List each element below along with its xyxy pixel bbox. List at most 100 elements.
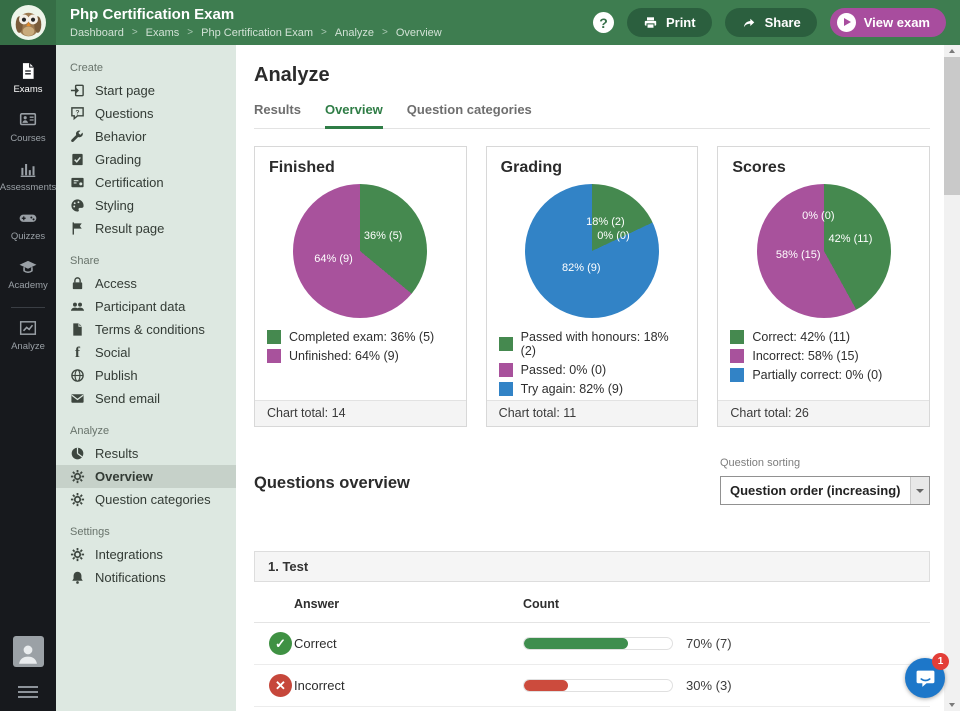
chart-total: Chart total: 14 xyxy=(255,400,466,426)
nav-item-label: Behavior xyxy=(95,130,146,144)
gear-icon xyxy=(70,469,85,484)
legend-label: Correct: 42% (11) xyxy=(752,330,850,344)
legend-item: Passed: 0% (0) xyxy=(499,363,686,377)
nav-item-question-categories[interactable]: Question categories xyxy=(56,488,236,511)
question-bubble-icon: ? xyxy=(70,106,85,121)
wrench-icon xyxy=(70,129,85,144)
bell-icon xyxy=(70,570,85,585)
nav-item-questions[interactable]: ? Questions xyxy=(56,102,236,125)
hamburger-menu-icon[interactable] xyxy=(18,683,38,701)
progress-bar-fill xyxy=(524,638,628,649)
clipboard-check-icon xyxy=(70,152,85,167)
nav-item-results[interactable]: Results xyxy=(56,442,236,465)
nav-item-access[interactable]: Access xyxy=(56,272,236,295)
pie-slice-label: 82% (9) xyxy=(562,262,601,274)
breadcrumb-exam-name[interactable]: Php Certification Exam xyxy=(201,27,313,39)
line-chart-icon xyxy=(19,319,37,337)
top-bar: Php Certification Exam Dashboard > Exams… xyxy=(0,0,960,45)
nav-item-integrations[interactable]: Integrations xyxy=(56,543,236,566)
sidebar-item-assessments[interactable]: Assessments xyxy=(0,151,56,200)
nav-item-certification[interactable]: Certification xyxy=(56,171,236,194)
breadcrumb-overview[interactable]: Overview xyxy=(396,27,442,39)
vertical-scrollbar[interactable] xyxy=(944,45,960,711)
card-title: Finished xyxy=(269,159,452,177)
nav-item-publish[interactable]: Publish xyxy=(56,364,236,387)
nav-item-terms[interactable]: Terms & conditions xyxy=(56,318,236,341)
share-arrow-icon xyxy=(741,16,757,30)
view-exam-button[interactable]: View exam xyxy=(830,8,946,37)
breadcrumb-separator: > xyxy=(382,27,388,38)
legend-swatch xyxy=(730,330,744,344)
nav-item-overview[interactable]: Overview xyxy=(56,465,236,488)
printer-icon xyxy=(643,16,658,30)
sidebar-item-courses[interactable]: Courses xyxy=(0,102,56,151)
nav-item-social[interactable]: f Social xyxy=(56,341,236,364)
legend-swatch xyxy=(267,349,281,363)
legend-label: Partially correct: 0% (0) xyxy=(752,368,882,382)
share-button[interactable]: Share xyxy=(725,8,817,37)
question-sorting-select[interactable]: Question order (increasing) xyxy=(720,476,930,505)
tab-results[interactable]: Results xyxy=(254,102,301,129)
sidebar-item-label: Assessments xyxy=(0,182,56,193)
exam-document-icon xyxy=(19,62,37,80)
legend-swatch xyxy=(730,349,744,363)
courses-icon xyxy=(19,111,37,129)
nav-item-styling[interactable]: Styling xyxy=(56,194,236,217)
legend-label: Passed: 0% (0) xyxy=(521,363,606,377)
app-sidebar: Exams Courses Assessments Quizzes Ac xyxy=(0,45,56,711)
question-sorting-label: Question sorting xyxy=(720,457,930,469)
nav-item-label: Certification xyxy=(95,176,164,190)
print-label: Print xyxy=(666,15,696,30)
scrollbar-thumb[interactable] xyxy=(944,57,960,195)
sidebar-item-academy[interactable]: Academy xyxy=(0,249,56,298)
chat-bubble-icon xyxy=(915,668,936,689)
sidebar-item-label: Quizzes xyxy=(11,231,45,242)
answer-label: Correct xyxy=(294,636,523,651)
pie-slice-label: 0% (0) xyxy=(597,230,629,242)
nav-item-notifications[interactable]: Notifications xyxy=(56,566,236,589)
nav-item-start-page[interactable]: Start page xyxy=(56,79,236,102)
sidebar-item-exams[interactable]: Exams xyxy=(0,53,56,102)
nav-item-label: Integrations xyxy=(95,548,163,562)
finished-card: Finished 36% (5) 64% (9) Completed exam:… xyxy=(254,146,467,427)
pie-slice-label: 58% (15) xyxy=(776,249,821,261)
legend-label: Incorrect: 58% (15) xyxy=(752,349,858,363)
help-icon[interactable]: ? xyxy=(593,12,614,33)
breadcrumb-exams[interactable]: Exams xyxy=(146,27,180,39)
nav-item-label: Publish xyxy=(95,369,138,383)
question-panel: 1. Test Answer Count ✓ Correct 70% (7) ✕… xyxy=(254,551,930,707)
chat-launcher-button[interactable]: 1 xyxy=(905,658,945,698)
pie-chart-icon xyxy=(70,446,85,461)
nav-item-grading[interactable]: Grading xyxy=(56,148,236,171)
envelope-icon xyxy=(70,391,85,406)
scroll-down-arrow[interactable] xyxy=(944,699,960,711)
tab-overview[interactable]: Overview xyxy=(325,102,383,129)
print-button[interactable]: Print xyxy=(627,8,712,37)
nav-item-result-page[interactable]: Result page xyxy=(56,217,236,240)
facebook-icon: f xyxy=(70,345,85,360)
chart-legend: Correct: 42% (11) Incorrect: 58% (15) Pa… xyxy=(730,330,917,382)
app-logo[interactable] xyxy=(0,0,56,45)
sidebar-item-analyze[interactable]: Analyze xyxy=(0,310,56,359)
progress-bar xyxy=(523,679,673,692)
breadcrumb-analyze[interactable]: Analyze xyxy=(335,27,374,39)
tab-question-categories[interactable]: Question categories xyxy=(407,102,532,129)
nav-item-send-email[interactable]: Send email xyxy=(56,387,236,410)
nav-item-behavior[interactable]: Behavior xyxy=(56,125,236,148)
person-icon xyxy=(15,641,41,667)
user-avatar[interactable] xyxy=(13,636,44,667)
sidebar-item-quizzes[interactable]: Quizzes xyxy=(0,200,56,249)
scroll-up-arrow[interactable] xyxy=(944,45,960,57)
nav-item-participant-data[interactable]: Participant data xyxy=(56,295,236,318)
people-icon xyxy=(70,299,85,314)
legend-swatch xyxy=(499,363,513,377)
answer-label: Incorrect xyxy=(294,678,523,693)
nav-item-label: Questions xyxy=(95,107,154,121)
nav-item-label: Styling xyxy=(95,199,134,213)
finished-pie-chart: 36% (5) 64% (9) xyxy=(293,184,427,318)
document-icon xyxy=(70,322,85,337)
question-panel-title: 1. Test xyxy=(254,551,930,582)
answer-column-header: Answer xyxy=(294,597,523,611)
certificate-icon xyxy=(70,175,85,190)
breadcrumb-dashboard[interactable]: Dashboard xyxy=(70,27,124,39)
